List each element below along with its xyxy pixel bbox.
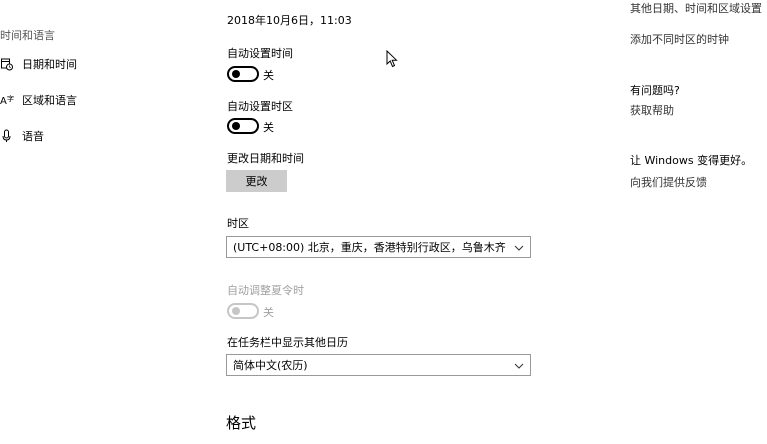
feedback-link[interactable]: 向我们提供反馈 xyxy=(630,174,707,190)
dst-state: 关 xyxy=(263,306,274,319)
dst-label: 自动调整夏令时 xyxy=(227,284,304,297)
change-datetime-label: 更改日期和时间 xyxy=(227,152,304,165)
auto-timezone-label: 自动设置时区 xyxy=(227,100,293,113)
region-language-icon: A 字 xyxy=(0,93,14,107)
svg-text:字: 字 xyxy=(7,94,14,103)
sidebar-item-label: 区域和语言 xyxy=(22,94,77,107)
toggle-knob xyxy=(232,307,240,315)
svg-text:A: A xyxy=(0,96,7,107)
current-datetime: 2018年10月6日，11:03 xyxy=(227,14,352,27)
chevron-down-icon xyxy=(514,245,524,251)
sidebar-item-speech[interactable]: 语音 xyxy=(0,126,44,146)
toggle-knob xyxy=(232,122,240,130)
format-section-title: 格式 xyxy=(226,414,257,432)
sidebar-item-date-time[interactable]: 日期和时间 xyxy=(0,54,77,74)
get-help-link[interactable]: 获取帮助 xyxy=(630,102,674,118)
auto-time-label: 自动设置时间 xyxy=(227,47,293,60)
auto-timezone-toggle[interactable] xyxy=(227,118,259,134)
timezone-label: 时区 xyxy=(227,217,249,230)
feedback-heading: 让 Windows 变得更好。 xyxy=(630,154,753,167)
calendar-value: 简体中文(农历) xyxy=(233,359,308,372)
sidebar-item-label: 日期和时间 xyxy=(22,58,77,71)
dst-toggle xyxy=(227,303,259,319)
chevron-down-icon xyxy=(514,363,524,369)
change-button[interactable]: 更改 xyxy=(226,170,287,192)
calendar-label: 在任务栏中显示其他日历 xyxy=(227,336,348,349)
question-heading: 有问题吗? xyxy=(630,84,680,97)
auto-timezone-state: 关 xyxy=(263,121,274,134)
timezone-value: (UTC+08:00) 北京，重庆，香港特别行政区，乌鲁木齐 xyxy=(233,241,506,254)
timezone-select[interactable]: (UTC+08:00) 北京，重庆，香港特别行政区，乌鲁木齐 xyxy=(226,236,531,258)
sidebar-header: 时间和语言 xyxy=(0,29,55,42)
auto-time-state: 关 xyxy=(263,69,274,82)
mouse-cursor-icon xyxy=(386,50,398,68)
auto-time-toggle[interactable] xyxy=(227,66,259,82)
calendar-select[interactable]: 简体中文(农历) xyxy=(226,354,531,376)
add-clocks-link[interactable]: 添加不同时区的时钟 xyxy=(630,31,729,47)
toggle-knob xyxy=(232,70,240,78)
other-settings-link[interactable]: 其他日期、时间和区域设置 xyxy=(630,0,762,16)
microphone-icon xyxy=(0,129,14,143)
clock-calendar-icon xyxy=(0,57,14,71)
sidebar-item-region-language[interactable]: A 字 区域和语言 xyxy=(0,90,77,110)
sidebar-item-label: 语音 xyxy=(22,130,44,143)
